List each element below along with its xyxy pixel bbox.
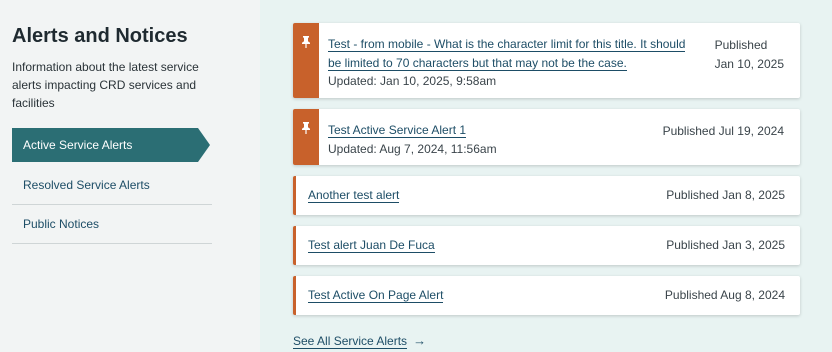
pin-icon <box>302 122 310 134</box>
alert-card: Another test alert Published Jan 8, 2025 <box>293 176 800 215</box>
alert-title-link[interactable]: Test - from mobile - What is the charact… <box>328 37 686 71</box>
alert-published: Published Jan 8, 2025 <box>666 188 785 203</box>
pin-icon <box>302 36 310 48</box>
alert-title-link[interactable]: Another test alert <box>308 188 400 204</box>
alert-published: Published Jul 19, 2024 <box>662 124 784 138</box>
alert-updated: Updated: Aug 7, 2024, 11:56am <box>328 141 497 156</box>
sidebar-description: Information about the latest service ale… <box>12 60 199 110</box>
sidebar-nav: Active Service Alerts Resolved Service A… <box>12 128 212 244</box>
nav-item-active-service-alerts[interactable]: Active Service Alerts <box>12 128 210 162</box>
alert-published: Published Jan 3, 2025 <box>666 238 785 253</box>
see-all-alerts-link[interactable]: See All Service Alerts → <box>293 333 427 349</box>
alert-published: Published Jan 10, 2025 <box>714 38 784 71</box>
alert-title-link[interactable]: Test alert Juan De Fuca <box>308 238 435 254</box>
alert-body: Test - from mobile - What is the charact… <box>319 23 701 98</box>
arrow-right-icon: → <box>413 333 427 348</box>
pin-bar <box>293 23 319 98</box>
alert-body: Test alert Juan De Fuca <box>296 236 666 255</box>
sidebar-title: Alerts and Notices <box>12 25 188 47</box>
page-layout: Alerts and Notices Information about the… <box>0 0 832 352</box>
alert-card: Test Active Service Alert 1 Updated: Aug… <box>293 109 800 165</box>
alerts-main: Test - from mobile - What is the charact… <box>260 0 832 352</box>
see-all-label: See All Service Alerts <box>293 334 408 349</box>
alert-title-link[interactable]: Test Active Service Alert 1 <box>328 123 467 138</box>
alert-body: Test Active On Page Alert <box>296 286 665 305</box>
sidebar: Alerts and Notices Information about the… <box>0 0 260 352</box>
alert-card: Test - from mobile - What is the charact… <box>293 23 800 98</box>
alert-card: Test alert Juan De Fuca Published Jan 3,… <box>293 226 800 265</box>
alert-body: Test Active Service Alert 1 Updated: Aug… <box>319 109 663 165</box>
nav-item-resolved-service-alerts[interactable]: Resolved Service Alerts <box>12 166 212 205</box>
alert-updated: Updated: Jan 10, 2025, 9:58am <box>328 74 497 89</box>
alert-published: Published Aug 8, 2024 <box>664 288 785 303</box>
nav-item-public-notices[interactable]: Public Notices <box>12 205 212 244</box>
alert-body: Another test alert <box>296 186 666 205</box>
alert-card: Test Active On Page Alert Published Aug … <box>293 276 800 315</box>
pin-bar <box>293 109 319 165</box>
alert-title-link[interactable]: Test Active On Page Alert <box>308 288 444 304</box>
